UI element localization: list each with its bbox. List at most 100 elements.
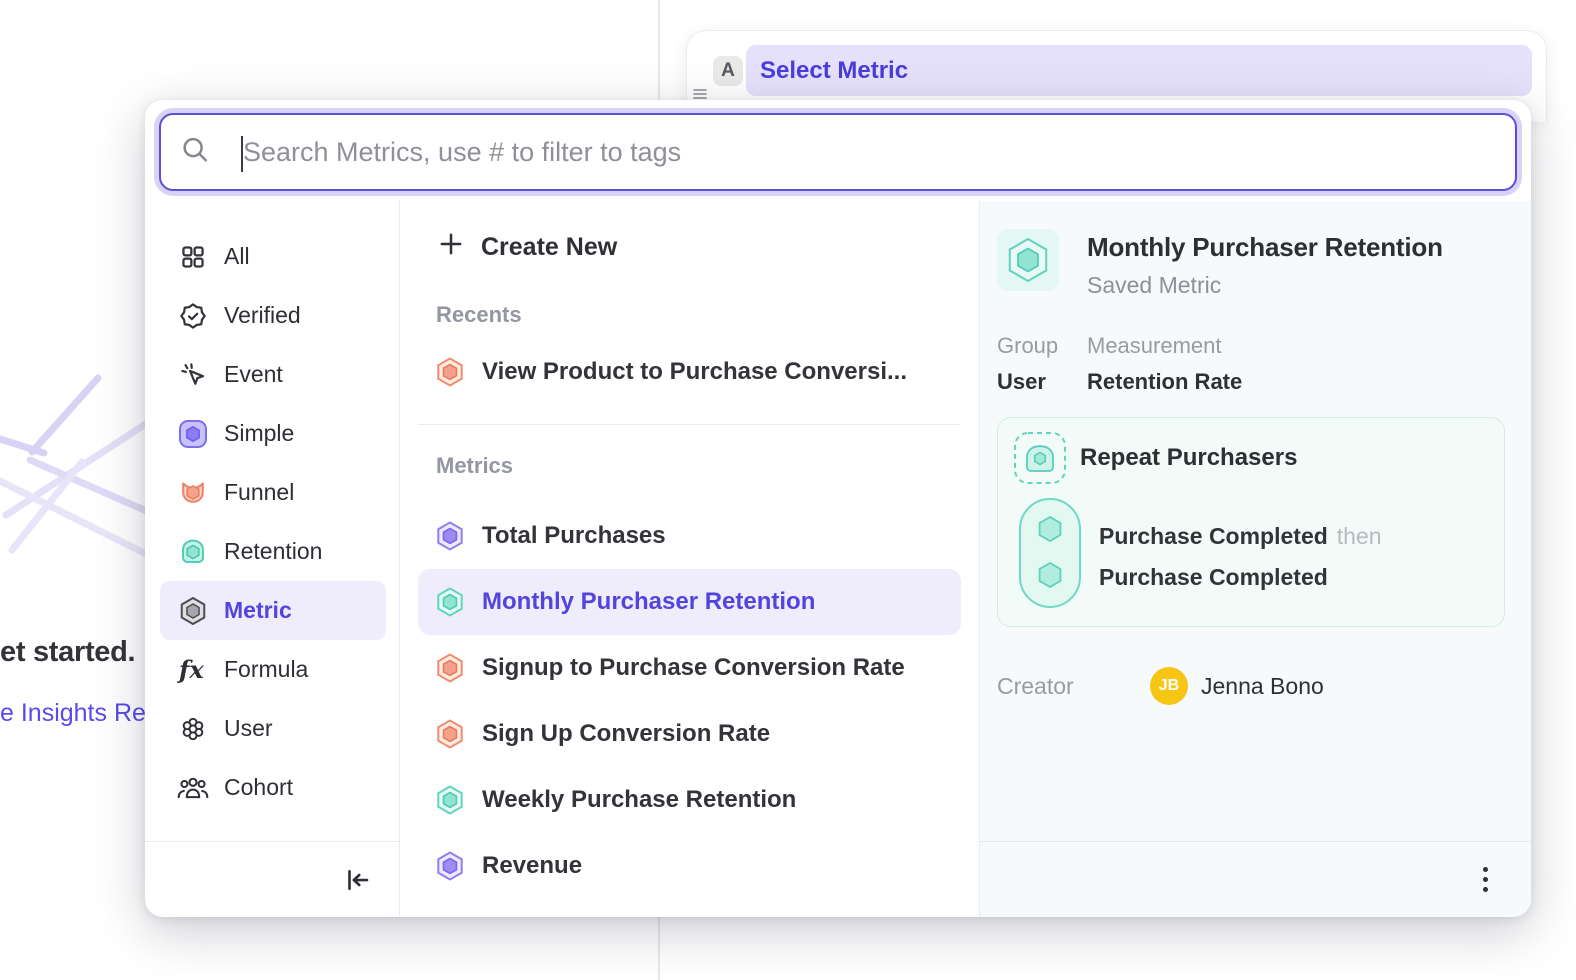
metric-row[interactable]: Weekly Purchase Retention: [418, 767, 961, 833]
measurement-field-value: Retention Rate: [1087, 369, 1242, 395]
retention-metric-icon: [176, 536, 209, 568]
metric-label: Revenue: [482, 852, 582, 880]
sidebar-item-label: User: [224, 715, 273, 742]
metric-block-label[interactable]: A: [713, 56, 743, 86]
sidebar-item-label: Funnel: [224, 479, 294, 506]
group-field-value: User: [997, 369, 1087, 395]
cursor-click-icon: [176, 361, 209, 389]
sidebar-footer: [145, 841, 399, 917]
grid-icon: [176, 244, 209, 270]
sidebar-item-label: Metric: [224, 597, 292, 624]
svg-text:ƒx: ƒx: [177, 656, 204, 684]
funnel-hexagon-icon: [435, 357, 465, 387]
metric-label: Monthly Purchaser Retention: [482, 588, 815, 616]
search-area: [145, 100, 1531, 201]
sidebar-item-label: Retention: [224, 538, 322, 565]
simple-hexagon-icon: [435, 851, 465, 881]
sidebar-item-label: Simple: [224, 420, 294, 447]
select-metric-label: Select Metric: [760, 57, 908, 85]
metric-picker-modal: All Verified: [145, 100, 1531, 917]
step-row: Purchase Completed: [1099, 557, 1382, 598]
avatar: JB: [1150, 667, 1188, 705]
metric-row[interactable]: Signup to Purchase Conversion Rate: [418, 635, 961, 701]
step-event: Purchase Completed: [1099, 564, 1328, 590]
metric-row[interactable]: Revenue: [418, 833, 961, 899]
sidebar-item-simple[interactable]: Simple: [160, 404, 386, 463]
group-field-label: Group: [997, 333, 1087, 359]
more-options-button[interactable]: [1477, 861, 1494, 898]
metric-label: Total Purchases: [482, 522, 666, 550]
verified-badge-icon: [176, 302, 209, 330]
retention-steps-visual: [1019, 498, 1081, 608]
step-row: Purchase Completed then: [1099, 516, 1382, 557]
sidebar-item-verified[interactable]: Verified: [160, 286, 386, 345]
type-filter-sidebar: All Verified: [145, 201, 400, 917]
metric-list-column: Create New Recents View Product to Purch…: [400, 201, 979, 917]
formula-icon: ƒx: [176, 656, 209, 684]
creator-label: Creator: [997, 673, 1150, 700]
sidebar-item-retention[interactable]: Retention: [160, 522, 386, 581]
section-divider: [418, 424, 961, 425]
recents-heading: Recents: [436, 302, 961, 328]
simple-hexagon-icon: [435, 521, 465, 551]
sidebar-item-label: All: [224, 243, 250, 270]
creator-name: Jenna Bono: [1201, 673, 1324, 700]
detail-footer: [980, 841, 1531, 917]
metric-hexagon-icon: [176, 595, 209, 627]
retention-hexagon-icon: [435, 785, 465, 815]
simple-metric-icon: [176, 418, 209, 450]
search-input[interactable]: [161, 115, 1515, 189]
creator-row: Creator JB Jenna Bono: [997, 667, 1511, 705]
sidebar-item-metric[interactable]: Metric: [160, 581, 386, 640]
sidebar-item-user[interactable]: User: [160, 699, 386, 758]
recent-metric-row[interactable]: View Product to Purchase Conversi...: [418, 340, 961, 404]
metric-label: Sign Up Conversion Rate: [482, 720, 770, 748]
retention-hexagon-icon: [435, 587, 465, 617]
metric-row[interactable]: Total Purchases: [418, 503, 961, 569]
sidebar-item-label: Cohort: [224, 774, 293, 801]
metric-label: Weekly Purchase Retention: [482, 786, 796, 814]
create-new-label: Create New: [481, 233, 617, 262]
detail-title: Monthly Purchaser Retention: [1087, 232, 1443, 263]
background-report-link-fragment[interactable]: e Insights Re: [0, 699, 146, 728]
metric-row-selected[interactable]: Monthly Purchaser Retention: [418, 569, 961, 635]
search-box: [159, 113, 1517, 191]
step-hexagon-icon: [1037, 516, 1063, 542]
metric-detail-panel: Monthly Purchaser Retention Saved Metric…: [979, 201, 1531, 917]
sidebar-item-label: Event: [224, 361, 283, 388]
detail-header: Monthly Purchaser Retention Saved Metric: [997, 229, 1511, 299]
sidebar-item-label: Verified: [224, 302, 301, 329]
metrics-heading: Metrics: [436, 453, 961, 479]
plus-icon: [438, 231, 464, 264]
chart-lines-decoration: [0, 370, 160, 620]
background-headline-fragment: et started.: [0, 636, 135, 669]
step-hexagon-icon: [1037, 562, 1063, 588]
collapse-sidebar-button[interactable]: [342, 865, 372, 895]
sidebar-item-formula[interactable]: ƒx Formula: [160, 640, 386, 699]
sidebar-item-event[interactable]: Event: [160, 345, 386, 404]
funnel-metric-icon: [176, 477, 209, 509]
user-cluster-icon: [176, 714, 209, 744]
definition-title: Repeat Purchasers: [1080, 444, 1297, 472]
sidebar-item-label: Formula: [224, 656, 308, 683]
detail-subtitle: Saved Metric: [1087, 272, 1443, 299]
metric-label: Signup to Purchase Conversion Rate: [482, 654, 905, 682]
step-connector: then: [1337, 523, 1382, 549]
metric-definition-card: Repeat Purchasers Purchase Comp: [997, 417, 1505, 627]
text-caret: [241, 136, 243, 172]
retention-hexagon-icon: [1005, 237, 1051, 283]
step-event: Purchase Completed: [1099, 523, 1328, 549]
measurement-field-label: Measurement: [1087, 333, 1242, 359]
metric-label: View Product to Purchase Conversi...: [482, 358, 907, 386]
sidebar-item-funnel[interactable]: Funnel: [160, 463, 386, 522]
retention-definition-icon: [1012, 430, 1068, 486]
funnel-hexagon-icon: [435, 719, 465, 749]
metric-row[interactable]: Sign Up Conversion Rate: [418, 701, 961, 767]
cohort-people-icon: [176, 775, 209, 801]
funnel-hexagon-icon: [435, 653, 465, 683]
select-metric-button[interactable]: Select Metric: [746, 45, 1532, 96]
sidebar-item-all[interactable]: All: [160, 227, 386, 286]
detail-fields: Group User Measurement Retention Rate: [997, 333, 1511, 395]
create-new-button[interactable]: Create New: [438, 231, 961, 264]
sidebar-item-cohort[interactable]: Cohort: [160, 758, 386, 817]
